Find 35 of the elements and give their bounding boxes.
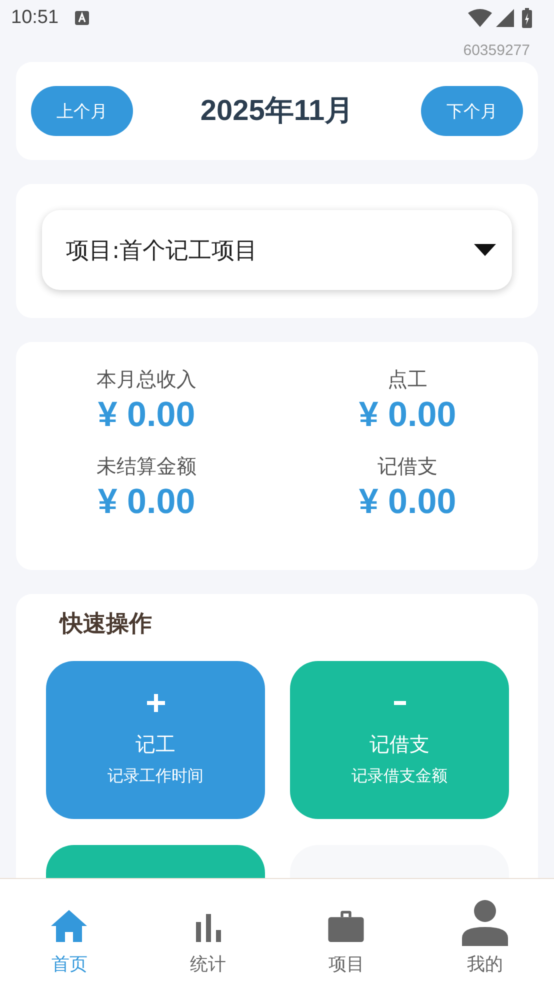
tile-title: 记工 [136, 731, 176, 758]
project-dropdown[interactable]: 项目:首个记工项目 [42, 210, 512, 290]
previous-month-button[interactable]: 上个月 [31, 86, 133, 136]
tile-subtitle: 记录借支金额 [352, 766, 448, 787]
summary-amount: ¥ 0.00 [98, 395, 196, 435]
summary-label: 点工 [388, 366, 428, 393]
month-title: 2025年11月 [200, 94, 354, 129]
summary-amount: ¥ 0.00 [98, 482, 196, 522]
wifi-icon [468, 9, 492, 27]
action-tile[interactable]: 记借支 记录借支金额 [290, 661, 509, 819]
tile-subtitle: 记录工作时间 [108, 766, 204, 787]
section-title: 快速操作 [58, 610, 153, 639]
plus-icon [146, 693, 166, 713]
nav-tab[interactable]: 首页 [0, 879, 138, 984]
user-icon [462, 900, 508, 946]
nav-tab[interactable]: 项目 [277, 879, 416, 984]
battery-icon [522, 8, 532, 28]
summary-label: 本月总收入 [96, 366, 196, 393]
user-id: 60359277 [462, 41, 531, 61]
tile-title: 记借支 [370, 731, 430, 758]
home-icon [51, 910, 88, 942]
signal-icon [496, 9, 514, 27]
keyboard-icon [74, 11, 89, 25]
summary-amount: ¥ 0.00 [358, 395, 456, 435]
next-month-button[interactable]: 下个月 [420, 86, 523, 136]
action-tile[interactable]: 记工 记录工作时间 [46, 661, 265, 819]
caret-icon [474, 244, 496, 256]
status-time: 10:51 [11, 7, 59, 29]
summary-label: 未结算金额 [96, 453, 196, 480]
nav-tab[interactable]: 我的 [416, 879, 554, 984]
briefcase-icon [328, 910, 364, 942]
nav-tab[interactable]: 统计 [138, 879, 277, 984]
minus-icon [394, 701, 406, 705]
summary-amount: ¥ 0.00 [358, 482, 456, 522]
summary-label: 记借支 [378, 453, 438, 480]
